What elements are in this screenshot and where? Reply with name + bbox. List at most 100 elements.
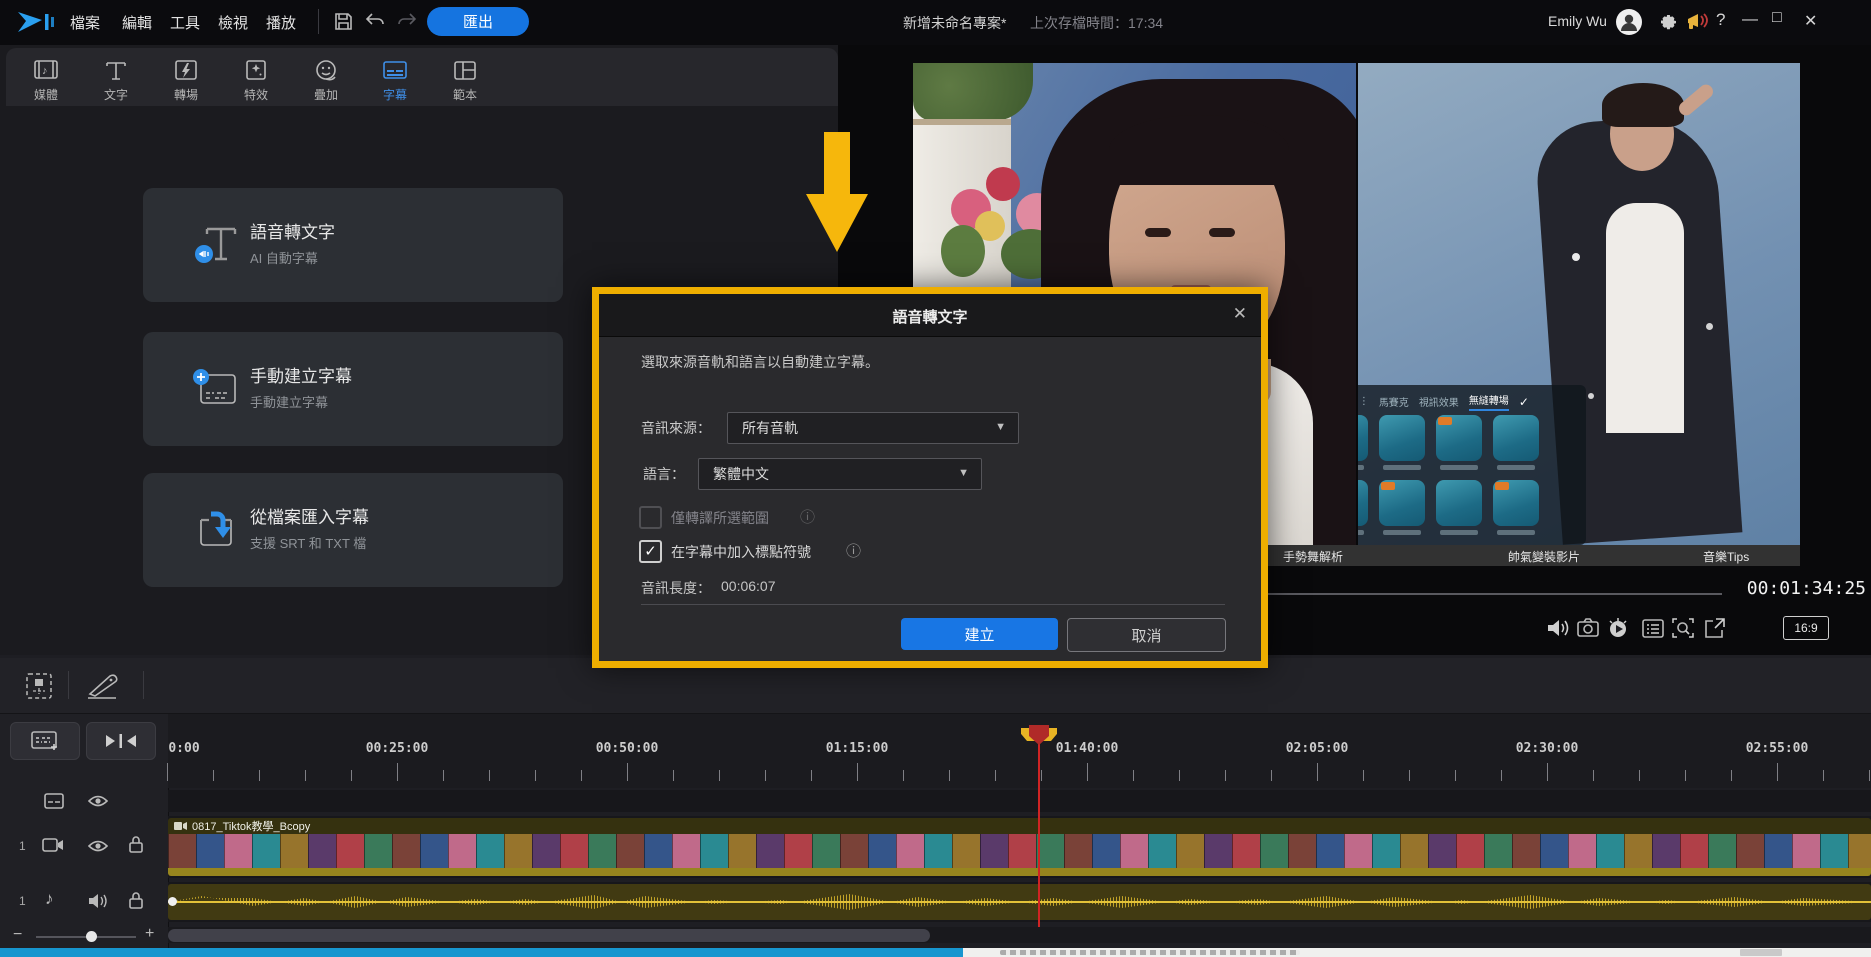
ruler-tick xyxy=(857,763,858,781)
tab-effects[interactable]: 特效 xyxy=(226,56,286,106)
add-subtitle-button[interactable] xyxy=(10,722,80,760)
create-button[interactable]: 建立 xyxy=(901,618,1058,650)
menu-view[interactable]: 檢視 xyxy=(218,12,248,33)
audio-clip[interactable] xyxy=(168,884,1871,920)
detach-window-icon[interactable] xyxy=(1702,615,1728,641)
audio-track-music-icon: ♪ xyxy=(45,889,54,909)
ruler-tick xyxy=(1409,770,1410,781)
card-manual-subtitle[interactable]: 手動建立字幕 手動建立字幕 xyxy=(143,332,563,446)
ruler-tick xyxy=(903,770,904,781)
settings-gear-icon[interactable] xyxy=(1655,9,1679,33)
video-track-lock-icon[interactable] xyxy=(128,835,144,853)
ruler-tick xyxy=(1823,770,1824,781)
info-icon[interactable]: ⓘ xyxy=(846,540,861,561)
ruler-tick xyxy=(1179,770,1180,781)
language-dropdown[interactable]: 繁體中文 ▼ xyxy=(698,458,982,490)
menu-tools[interactable]: 工具 xyxy=(170,12,200,33)
audio-source-value: 所有音軌 xyxy=(742,418,798,438)
tab-transitions[interactable]: 轉場 xyxy=(156,56,216,106)
avatar[interactable] xyxy=(1614,7,1644,37)
transcribe-selected-range-checkbox[interactable] xyxy=(639,506,662,529)
ruler-tick xyxy=(673,770,674,781)
video-track-visibility-eye-icon[interactable] xyxy=(88,838,108,854)
subtitle-track-visibility-eye-icon[interactable] xyxy=(88,793,108,809)
menu-file[interactable]: 檔案 xyxy=(70,12,100,33)
help-icon[interactable]: ? xyxy=(1716,10,1725,30)
card-speech-to-text[interactable]: 語音轉文字 AI 自動字幕 xyxy=(143,188,563,302)
add-punctuation-checkbox[interactable]: ✓ xyxy=(639,540,662,563)
tab-media[interactable]: ♪ 媒體 xyxy=(16,56,76,106)
tab-templates[interactable]: 範本 xyxy=(435,56,495,106)
app-logo-icon xyxy=(16,8,58,36)
audio-track-volume-icon[interactable] xyxy=(88,893,108,909)
dialog-close-icon[interactable]: ✕ xyxy=(1233,304,1247,324)
ruler-tick xyxy=(995,770,996,781)
timeline-zoom-out-icon[interactable]: − xyxy=(13,926,22,944)
ruler-tick xyxy=(1501,770,1502,781)
video-editor-window: 檔案 編輯 工具 檢視 播放 匯出 新增未命名專案* 上次存檔時間：17:34 … xyxy=(0,0,1871,957)
zoom-preview-icon[interactable] xyxy=(1670,615,1696,641)
ruler-tick xyxy=(1225,770,1226,781)
ruler-tick xyxy=(1869,770,1870,781)
ruler-tick xyxy=(1455,770,1456,781)
caption-music-tips: 音樂Tips xyxy=(1703,548,1749,565)
ruler-tick xyxy=(719,770,720,781)
speech-to-text-icon xyxy=(193,223,239,267)
ruler-tick xyxy=(1271,770,1272,781)
audio-source-dropdown[interactable]: 所有音軌 ▼ xyxy=(727,412,1019,444)
tutorial-arrow-icon xyxy=(804,132,870,254)
audio-clip-handle[interactable] xyxy=(168,897,177,906)
tab-subtitles[interactable]: 字幕 xyxy=(365,56,425,106)
info-icon[interactable]: ⓘ xyxy=(800,506,815,527)
timeline-scrollbar-thumb[interactable] xyxy=(168,929,930,942)
close-window-icon[interactable]: ✕ xyxy=(1804,11,1817,31)
tab-overlays[interactable]: 疊加 xyxy=(296,56,356,106)
caption-gesture-analysis: 手勢舞解析 xyxy=(1283,548,1343,565)
audio-length-label: 音訊長度： xyxy=(641,578,711,598)
split-trim-button[interactable] xyxy=(86,722,156,760)
timeline-zoom-in-icon[interactable]: + xyxy=(145,925,154,943)
snapshot-camera-icon[interactable] xyxy=(1575,615,1601,641)
volume-icon[interactable] xyxy=(1545,615,1571,641)
cancel-button[interactable]: 取消 xyxy=(1067,618,1226,652)
card-subtitle: AI 自動字幕 xyxy=(250,248,335,267)
overlay-confirm-icon: ✓ xyxy=(1519,395,1529,409)
export-button[interactable]: 匯出 xyxy=(427,7,529,36)
toolbar-separator xyxy=(143,671,144,699)
playhead-line[interactable] xyxy=(1038,731,1040,927)
audio-track-lock-icon[interactable] xyxy=(128,891,144,909)
video-clip[interactable]: 0817_Tiktok教學_Bcopy xyxy=(168,818,1871,876)
ruler-tick xyxy=(581,770,582,781)
minimize-icon[interactable]: — xyxy=(1742,11,1758,29)
overlay-tab-video-effects: 視訊效果 xyxy=(1419,394,1459,409)
video-track-number: 1 xyxy=(19,839,26,853)
track-manager-icon[interactable] xyxy=(24,671,54,701)
subtitle-track-icon xyxy=(44,793,64,809)
playlist-icon[interactable] xyxy=(1640,615,1666,641)
tab-label: 字幕 xyxy=(383,86,407,103)
undo-icon[interactable] xyxy=(364,12,386,30)
video-track-icon xyxy=(42,837,64,853)
user-name[interactable]: Emily Wu xyxy=(1548,13,1607,29)
ruler-tick xyxy=(489,770,490,781)
megaphone-icon[interactable] xyxy=(1686,10,1712,33)
tab-text[interactable]: 文字 xyxy=(86,56,146,106)
save-icon[interactable] xyxy=(333,11,354,32)
card-import-subtitle[interactable]: 從檔案匯入字幕 支援 SRT 和 TXT 檔 xyxy=(143,473,563,587)
preview-quality-icon[interactable] xyxy=(1605,615,1631,641)
dialog-title-bar[interactable]: 語音轉文字 ✕ xyxy=(599,294,1261,337)
subtitle-track-lane[interactable] xyxy=(168,790,1871,812)
timeline-zoom-slider-handle[interactable] xyxy=(86,931,97,942)
menu-play[interactable]: 播放 xyxy=(266,12,296,33)
card-title: 手動建立字幕 xyxy=(250,362,352,387)
ruler-tick xyxy=(1547,763,1548,781)
dropdown-arrow-icon: ▼ xyxy=(995,421,1006,433)
menu-edit[interactable]: 編輯 xyxy=(122,12,152,33)
razor-split-icon[interactable] xyxy=(84,672,120,700)
aspect-ratio-badge[interactable]: 16:9 xyxy=(1783,616,1829,640)
maximize-icon[interactable]: □ xyxy=(1772,9,1782,27)
tab-label: 媒體 xyxy=(34,86,58,103)
ruler-tick xyxy=(765,770,766,781)
audio-track-number: 1 xyxy=(19,894,26,908)
redo-icon[interactable] xyxy=(396,12,418,30)
